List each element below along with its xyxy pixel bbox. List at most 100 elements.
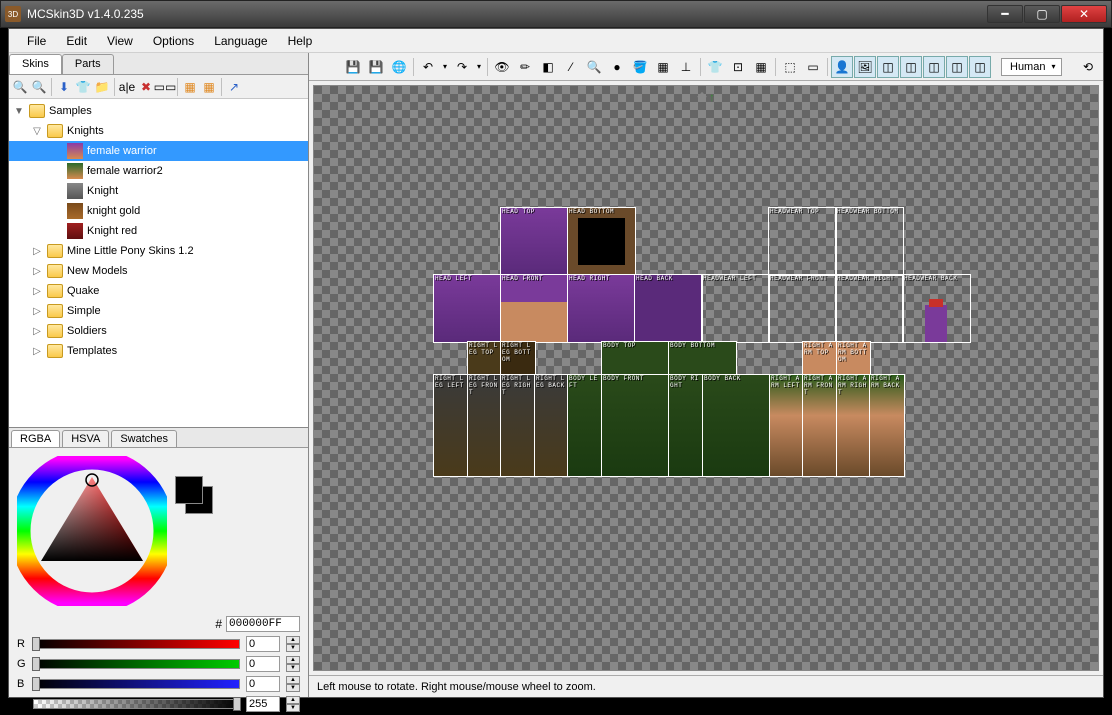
dodge-tool-icon[interactable]: 🔍 bbox=[583, 56, 605, 78]
tree-folder[interactable]: ▷Templates bbox=[9, 341, 308, 361]
spin-down-icon[interactable]: ▼ bbox=[286, 684, 300, 692]
view-3d-icon[interactable]: 👤 bbox=[831, 56, 853, 78]
new-skin-icon[interactable]: 👕 bbox=[74, 78, 92, 96]
upload-icon[interactable]: 🌐 bbox=[388, 56, 410, 78]
expand-icon[interactable]: ▷ bbox=[31, 326, 43, 337]
fetch-icon[interactable]: ↗ bbox=[225, 78, 243, 96]
tree-folder[interactable]: ▷Mine Little Pony Skins 1.2 bbox=[9, 241, 308, 261]
expand-icon[interactable]: ▷ bbox=[31, 266, 43, 277]
eraser-tool-icon[interactable]: ◧ bbox=[537, 56, 559, 78]
stamp-tool-icon[interactable]: ⊥ bbox=[675, 56, 697, 78]
primary-color-swatch[interactable] bbox=[175, 476, 203, 504]
menu-view[interactable]: View bbox=[97, 30, 143, 52]
b-slider[interactable] bbox=[33, 679, 240, 689]
view-split1-icon[interactable]: ◫ bbox=[877, 56, 899, 78]
view-split2-icon[interactable]: ◫ bbox=[900, 56, 922, 78]
tree-folder[interactable]: ▷Quake bbox=[9, 281, 308, 301]
texture-viewport[interactable]: ✥ ↑ HEAD TOP HEAD BOTTOM HEADWEAR TOP HE… bbox=[313, 85, 1099, 671]
tool-opt3-icon[interactable]: ▦ bbox=[750, 56, 772, 78]
menu-file[interactable]: File bbox=[17, 30, 56, 52]
expand-icon[interactable]: ▽ bbox=[31, 126, 43, 137]
expand-icon[interactable]: ▷ bbox=[31, 246, 43, 257]
spin-down-icon[interactable]: ▼ bbox=[286, 644, 300, 652]
tree-skin-item[interactable]: Knight red bbox=[9, 221, 308, 241]
hex-input[interactable] bbox=[226, 616, 300, 632]
rename-icon[interactable]: a|e bbox=[118, 78, 136, 96]
tree-skin-item[interactable]: Knight bbox=[9, 181, 308, 201]
copy-icon[interactable]: ▭ bbox=[802, 56, 824, 78]
pencil-tool-icon[interactable]: ✏ bbox=[514, 56, 536, 78]
redo-icon[interactable]: ↷ bbox=[451, 56, 473, 78]
spin-up-icon[interactable]: ▲ bbox=[286, 676, 300, 684]
burn-tool-icon[interactable]: ● bbox=[606, 56, 628, 78]
grid2-icon[interactable]: ▦ bbox=[200, 78, 218, 96]
tool-opt2-icon[interactable]: ⊡ bbox=[727, 56, 749, 78]
maximize-button[interactable]: ▢ bbox=[1024, 5, 1060, 23]
close-button[interactable]: ✕ bbox=[1061, 5, 1107, 23]
undo-dropdown-icon[interactable]: ▾ bbox=[440, 56, 450, 78]
spin-up-icon[interactable]: ▲ bbox=[286, 636, 300, 644]
view-2d-icon[interactable]: 🖼 bbox=[854, 56, 876, 78]
tree-folder-root[interactable]: ▼ Samples bbox=[9, 101, 308, 121]
spin-up-icon[interactable]: ▲ bbox=[286, 656, 300, 664]
a-value[interactable] bbox=[246, 696, 280, 712]
gizmo-up-icon[interactable]: ↑ bbox=[709, 90, 715, 104]
tab-swatches[interactable]: Swatches bbox=[111, 430, 177, 447]
zoom-in-icon[interactable]: 🔍 bbox=[30, 78, 48, 96]
menu-edit[interactable]: Edit bbox=[56, 30, 97, 52]
gizmo-move-icon[interactable]: ✥ bbox=[697, 90, 707, 104]
grid1-icon[interactable]: ▦ bbox=[181, 78, 199, 96]
noise-tool-icon[interactable]: ▦ bbox=[652, 56, 674, 78]
a-slider[interactable] bbox=[33, 699, 240, 709]
skin-tree[interactable]: ▼ Samples ▽ Knights female warrior femal… bbox=[9, 99, 308, 427]
expand-icon[interactable]: ▷ bbox=[31, 286, 43, 297]
dropper-tool-icon[interactable]: ⁄ bbox=[560, 56, 582, 78]
expand-icon[interactable]: ▼ bbox=[13, 106, 25, 117]
g-value[interactable] bbox=[246, 656, 280, 672]
expand-icon[interactable]: ▷ bbox=[31, 346, 43, 357]
save-icon[interactable]: 💾 bbox=[342, 56, 364, 78]
tab-rgba[interactable]: RGBA bbox=[11, 430, 60, 447]
tree-folder[interactable]: ▷Simple bbox=[9, 301, 308, 321]
menu-help[interactable]: Help bbox=[278, 30, 323, 52]
view-split4-icon[interactable]: ◫ bbox=[946, 56, 968, 78]
import-icon[interactable]: ⬇ bbox=[55, 78, 73, 96]
tree-skin-item[interactable]: knight gold bbox=[9, 201, 308, 221]
tool-opt1-icon[interactable]: 👕 bbox=[704, 56, 726, 78]
save-all-icon[interactable]: 💾 bbox=[365, 56, 387, 78]
spin-down-icon[interactable]: ▼ bbox=[286, 704, 300, 712]
r-slider[interactable] bbox=[33, 639, 240, 649]
new-folder-icon[interactable]: 📁 bbox=[93, 78, 111, 96]
tab-hsva[interactable]: HSVA bbox=[62, 430, 109, 447]
spin-down-icon[interactable]: ▼ bbox=[286, 664, 300, 672]
tree-folder[interactable]: ▷Soldiers bbox=[9, 321, 308, 341]
color-wheel[interactable] bbox=[17, 456, 167, 606]
tree-skin-item[interactable]: female warrior2 bbox=[9, 161, 308, 181]
menu-options[interactable]: Options bbox=[143, 30, 204, 52]
spin-up-icon[interactable]: ▲ bbox=[286, 696, 300, 704]
bucket-tool-icon[interactable]: 🪣 bbox=[629, 56, 651, 78]
g-slider[interactable] bbox=[33, 659, 240, 669]
redo-dropdown-icon[interactable]: ▾ bbox=[474, 56, 484, 78]
view-split3-icon[interactable]: ◫ bbox=[923, 56, 945, 78]
color-swatches[interactable] bbox=[175, 476, 215, 516]
tab-skins[interactable]: Skins bbox=[9, 54, 62, 74]
camera-tool-icon[interactable]: 👁 bbox=[491, 56, 513, 78]
clone-icon[interactable]: ▭▭ bbox=[156, 78, 174, 96]
minimize-button[interactable]: ━ bbox=[987, 5, 1023, 23]
expand-icon[interactable]: ▷ bbox=[31, 306, 43, 317]
reset-view-icon[interactable]: ⟲ bbox=[1077, 56, 1099, 78]
menu-language[interactable]: Language bbox=[204, 30, 277, 52]
select-icon[interactable]: ⬚ bbox=[779, 56, 801, 78]
model-selector[interactable]: Human ▾ bbox=[1001, 58, 1062, 76]
tree-folder[interactable]: ▷New Models bbox=[9, 261, 308, 281]
b-value[interactable] bbox=[246, 676, 280, 692]
tree-skin-item[interactable]: female warrior bbox=[9, 141, 308, 161]
tree-folder-knights[interactable]: ▽ Knights bbox=[9, 121, 308, 141]
undo-icon[interactable]: ↶ bbox=[417, 56, 439, 78]
r-value[interactable] bbox=[246, 636, 280, 652]
delete-icon[interactable]: ✖ bbox=[137, 78, 155, 96]
view-split5-icon[interactable]: ◫ bbox=[969, 56, 991, 78]
zoom-out-icon[interactable]: 🔍 bbox=[11, 78, 29, 96]
tab-parts[interactable]: Parts bbox=[62, 54, 114, 74]
